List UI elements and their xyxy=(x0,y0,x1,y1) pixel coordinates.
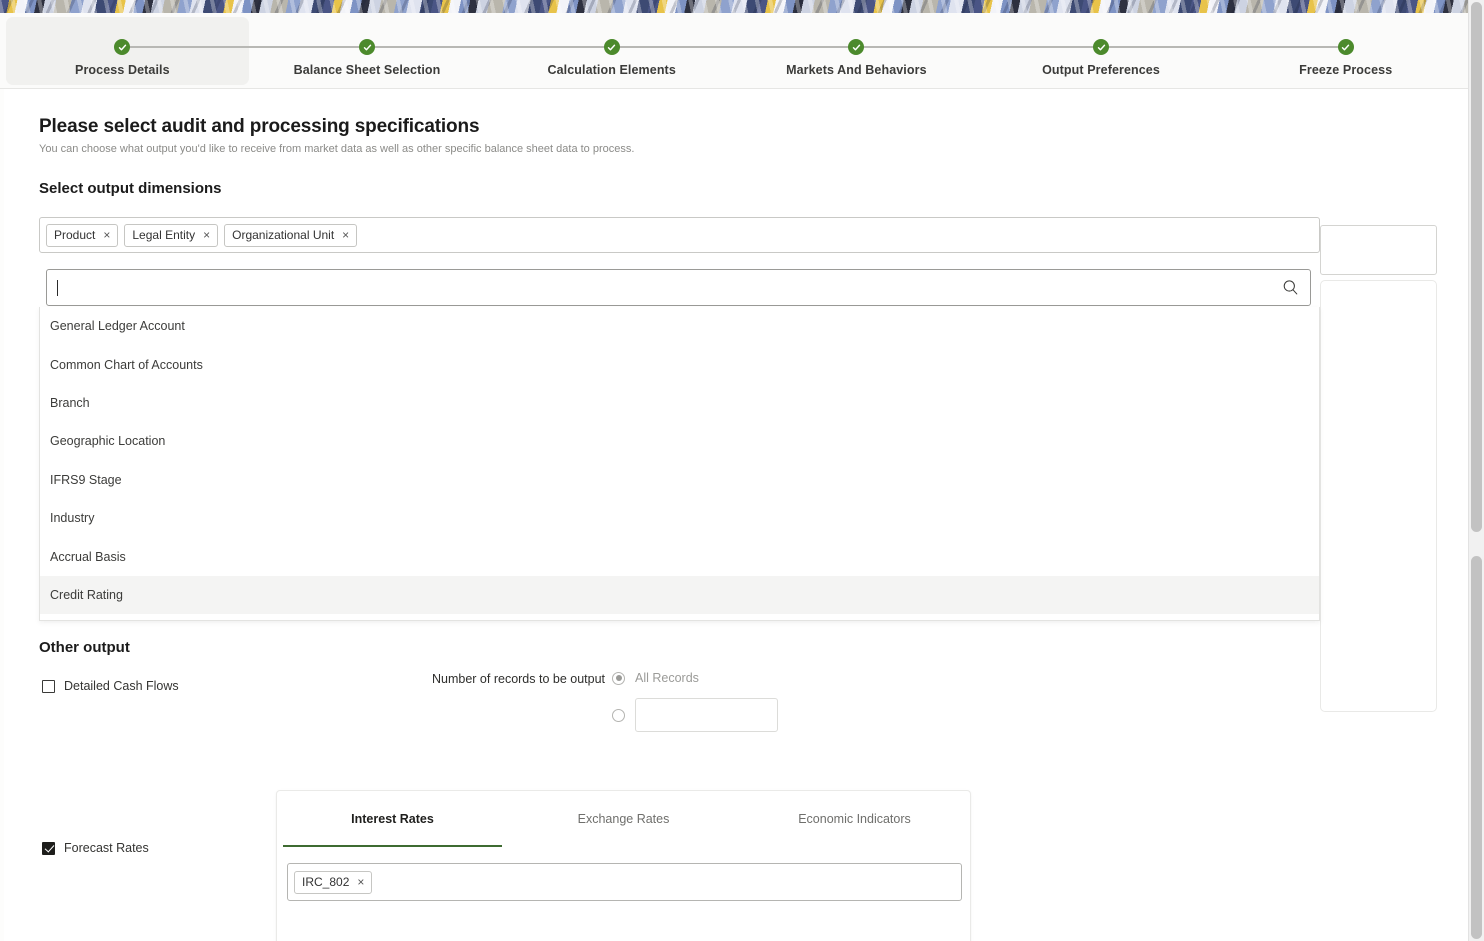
scrollbar-thumb-secondary[interactable] xyxy=(1471,556,1482,939)
stepper-label: Balance Sheet Selection xyxy=(293,63,441,77)
dropdown-option-ifrs9-stage[interactable]: IFRS9 Stage xyxy=(40,461,1319,499)
stepper-label: Process Details xyxy=(75,63,170,77)
all-records-radio[interactable] xyxy=(612,671,625,685)
scrollbar-thumb[interactable] xyxy=(1471,2,1482,532)
forecast-rates-panel: Interest Rates Exchange Rates Economic I… xyxy=(276,790,971,941)
check-circle-icon xyxy=(114,39,131,55)
application-root: Process Details Balance Sheet Selection … xyxy=(0,0,1484,941)
tab-exchange-rates[interactable]: Exchange Rates xyxy=(508,791,739,847)
search-icon[interactable] xyxy=(1282,279,1299,296)
custom-records-radio[interactable] xyxy=(612,708,625,722)
detailed-cash-flows-checkbox[interactable] xyxy=(42,679,55,693)
banner-texture-overlay xyxy=(0,0,1484,13)
tab-economic-indicators[interactable]: Economic Indicators xyxy=(739,791,970,847)
page-left-edge xyxy=(0,13,4,941)
chip-label: IRC_802 xyxy=(302,875,350,889)
detailed-cash-flows-label: Detailed Cash Flows xyxy=(64,679,179,693)
decorative-banner-image xyxy=(0,0,1484,13)
dimension-options-dropdown[interactable]: General Ledger Account Common Chart of A… xyxy=(39,307,1320,621)
stepper-connector xyxy=(856,46,1102,48)
stepper-connector xyxy=(1101,46,1346,48)
check-circle-icon xyxy=(1093,39,1110,55)
forecast-rates-checkbox-row[interactable]: Forecast Rates xyxy=(42,841,149,855)
stepper-step-balance-sheet-selection[interactable]: Balance Sheet Selection xyxy=(245,13,612,88)
search-input[interactable] xyxy=(58,270,1282,305)
dimension-search-box[interactable] xyxy=(46,269,1311,306)
dropdown-option-credit-rating[interactable]: Credit Rating xyxy=(40,575,1319,615)
stepper-label: Markets And Behaviors xyxy=(786,63,927,77)
stepper-step-output-preferences[interactable]: Output Preferences xyxy=(979,13,1346,88)
stepper-connector xyxy=(367,46,612,48)
radio-row-custom-records[interactable] xyxy=(612,698,778,732)
dropdown-option-industry[interactable]: Industry xyxy=(40,499,1319,537)
selected-dimensions-field[interactable]: Product × Legal Entity × Organizational … xyxy=(39,217,1320,253)
chip-remove-icon[interactable]: × xyxy=(103,229,110,241)
stepper-step-process-details[interactable]: Process Details xyxy=(0,13,367,88)
dropdown-option-general-ledger-account[interactable]: General Ledger Account xyxy=(40,307,1319,345)
chip-irc-802[interactable]: IRC_802 × xyxy=(294,870,373,894)
dropdown-option-common-chart-of-accounts[interactable]: Common Chart of Accounts xyxy=(40,345,1319,383)
page-title: Please select audit and processing speci… xyxy=(39,116,480,137)
background-panel xyxy=(1320,280,1437,712)
stepper-label: Output Preferences xyxy=(1042,63,1160,77)
section-heading-other-output: Other output xyxy=(39,639,130,656)
chip-remove-icon[interactable]: × xyxy=(203,229,210,241)
section-heading-output-dimensions: Select output dimensions xyxy=(39,180,222,197)
interest-rates-selection-field[interactable]: IRC_802 × xyxy=(287,863,962,901)
tab-interest-rates[interactable]: Interest Rates xyxy=(277,791,508,847)
chip-remove-icon[interactable]: × xyxy=(342,229,349,241)
stepper-connector xyxy=(122,46,367,48)
forecast-rates-checkbox[interactable] xyxy=(42,841,55,855)
vertical-scrollbar[interactable] xyxy=(1468,0,1484,941)
stepper-connector xyxy=(611,46,857,48)
check-circle-icon xyxy=(359,39,375,55)
stepper-step-markets-and-behaviors[interactable]: Markets And Behaviors xyxy=(734,13,1102,88)
dropdown-option-geographic-location[interactable]: Geographic Location xyxy=(40,422,1319,460)
check-circle-icon xyxy=(1337,39,1354,55)
chip-label: Product xyxy=(54,228,96,242)
detailed-cash-flows-checkbox-row[interactable]: Detailed Cash Flows xyxy=(42,679,179,693)
chip-legal-entity[interactable]: Legal Entity × xyxy=(124,223,219,247)
all-records-label: All Records xyxy=(635,671,699,685)
background-panel-top xyxy=(1320,225,1437,275)
chip-product[interactable]: Product × xyxy=(46,223,119,247)
stepper-label: Freeze Process xyxy=(1299,63,1393,77)
chip-remove-icon[interactable]: × xyxy=(357,876,364,888)
custom-records-input[interactable] xyxy=(635,698,778,732)
dropdown-option-branch[interactable]: Branch xyxy=(40,384,1319,422)
page-subtitle: You can choose what output you'd like to… xyxy=(39,143,635,155)
radio-row-all-records[interactable]: All Records xyxy=(612,671,699,685)
check-circle-icon xyxy=(603,39,620,55)
chip-label: Legal Entity xyxy=(132,228,196,242)
check-circle-icon xyxy=(848,39,865,55)
rates-tab-list: Interest Rates Exchange Rates Economic I… xyxy=(277,791,970,847)
forecast-rates-label: Forecast Rates xyxy=(64,841,149,855)
dropdown-option-accrual-basis[interactable]: Accrual Basis xyxy=(40,537,1319,575)
process-stepper: Process Details Balance Sheet Selection … xyxy=(0,13,1468,89)
stepper-step-freeze-process[interactable]: Freeze Process xyxy=(1223,13,1468,88)
records-count-label: Number of records to be output xyxy=(432,672,606,686)
stepper-label: Calculation Elements xyxy=(547,63,676,77)
chip-label: Organizational Unit xyxy=(232,228,335,242)
stepper-step-calculation-elements[interactable]: Calculation Elements xyxy=(489,13,857,88)
chip-organizational-unit[interactable]: Organizational Unit × xyxy=(224,223,358,247)
